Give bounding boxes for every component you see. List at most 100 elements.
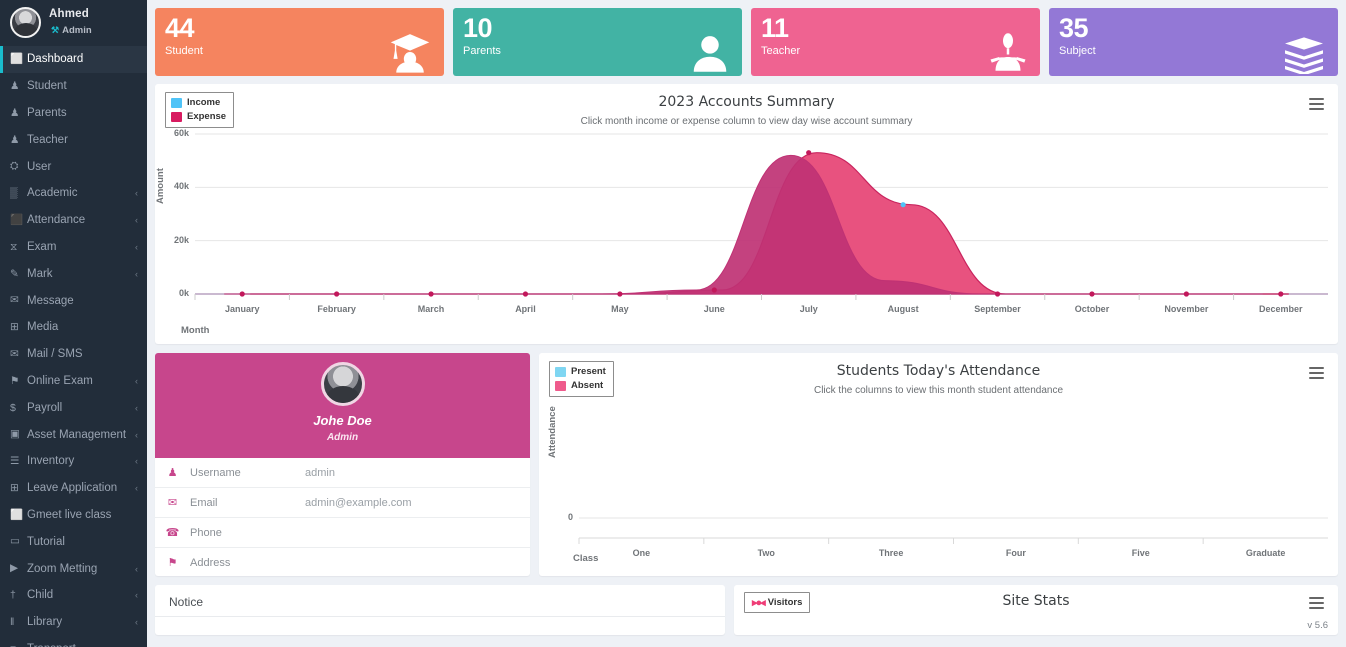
chevron-left-icon: ‹ bbox=[135, 188, 138, 198]
stat-card-teacher[interactable]: 11Teacher bbox=[751, 8, 1040, 76]
attendance-x-tick-label: Three bbox=[846, 548, 936, 558]
student-icon: ♟ bbox=[10, 81, 27, 92]
sidebar-item-inventory[interactable]: ☰Inventory‹ bbox=[0, 448, 147, 475]
sidebar-item-zoom-metting[interactable]: ▶Zoom Metting‹ bbox=[0, 555, 147, 582]
profile-row-key: Address bbox=[190, 557, 305, 569]
sidebar-item-label: Media bbox=[27, 321, 138, 333]
sidebar-item-mail-sms[interactable]: ✉Mail / SMS bbox=[0, 341, 147, 368]
chevron-left-icon: ‹ bbox=[135, 564, 138, 574]
teacher-icon: ♟ bbox=[10, 135, 27, 146]
edit-note-icon: ✎ bbox=[10, 269, 27, 280]
hourglass-icon: ⧖ bbox=[10, 242, 27, 253]
stat-card-parents[interactable]: 10Parents bbox=[453, 8, 742, 76]
sidebar-item-teacher[interactable]: ♟Teacher bbox=[0, 126, 147, 153]
site-stats-legend[interactable]: ▸●◂ Visitors bbox=[744, 592, 810, 613]
attendance-chart-area[interactable]: Attendance Class 0 OneTwoThreeFourFiveGr… bbox=[539, 353, 1338, 576]
profile-row-key: Phone bbox=[190, 527, 305, 539]
accounts-x-tick-label: June bbox=[669, 304, 759, 314]
accounts-x-tick-label: May bbox=[575, 304, 665, 314]
profile-row-value: admin bbox=[305, 467, 530, 479]
sidebar-item-online-exam[interactable]: ⚑Online Exam‹ bbox=[0, 368, 147, 395]
location-icon: ⚑ bbox=[155, 556, 190, 569]
profile-row-phone: ☎Phone bbox=[155, 518, 530, 548]
sidebar-item-message[interactable]: ✉Message bbox=[0, 287, 147, 314]
sidebar-item-dashboard[interactable]: ⬜Dashboard bbox=[0, 46, 147, 73]
sidebar-item-payroll[interactable]: $Payroll‹ bbox=[0, 394, 147, 421]
sidebar-item-media[interactable]: ⊞Media bbox=[0, 314, 147, 341]
library-icon: ‖ bbox=[10, 617, 27, 628]
envelope-icon: ✉ bbox=[155, 496, 190, 509]
sidebar-item-label: Leave Application bbox=[27, 482, 131, 494]
accounts-x-tick-label: October bbox=[1047, 304, 1137, 314]
grid-icon: ⊞ bbox=[10, 322, 27, 333]
legend-item-absent[interactable]: Absent bbox=[555, 379, 606, 393]
chevron-left-icon: ‹ bbox=[135, 483, 138, 493]
accounts-x-tick-label: February bbox=[292, 304, 382, 314]
sidebar-item-transport[interactable]: ■Transport‹ bbox=[0, 636, 147, 647]
accounts-chart-legend[interactable]: Income Expense bbox=[165, 92, 234, 128]
legend-label-visitors: Visitors bbox=[768, 597, 803, 608]
stat-cards: 44Student10Parents11Teacher35Subject bbox=[155, 8, 1338, 76]
chevron-left-icon: ‹ bbox=[135, 376, 138, 386]
attendance-panel: Present Absent Students Today's Attendan… bbox=[539, 353, 1338, 576]
attendance-x-tick-label: Five bbox=[1096, 548, 1186, 558]
sidebar-item-asset-management[interactable]: ▣Asset Management‹ bbox=[0, 421, 147, 448]
accounts-y-tick-label: 40k bbox=[159, 181, 189, 191]
present-color-swatch bbox=[555, 367, 566, 377]
accounts-chart-area[interactable]: Amount Month 0k20k40k60k JanuaryFebruary… bbox=[155, 84, 1338, 344]
sidebar-item-mark[interactable]: ✎Mark ‹ bbox=[0, 260, 147, 287]
accounts-x-tick-label: January bbox=[197, 304, 287, 314]
accounts-data-point bbox=[428, 291, 433, 296]
profile-role: Admin bbox=[327, 432, 358, 443]
sidebar-item-academic[interactable]: ▒Academic ‹ bbox=[0, 180, 147, 207]
accounts-summary-panel: Income Expense 2023 Accounts Summary Cli… bbox=[155, 84, 1338, 344]
box-icon: ▣ bbox=[10, 429, 27, 440]
accounts-data-point bbox=[995, 291, 1000, 296]
sidebar-item-label: Academic bbox=[27, 187, 131, 199]
accounts-x-tick-label: March bbox=[386, 304, 476, 314]
stat-card-subject[interactable]: 35Subject bbox=[1049, 8, 1338, 76]
sidebar-item-attendance[interactable]: ⬛Attendance‹ bbox=[0, 207, 147, 234]
chevron-left-icon: ‹ bbox=[135, 269, 138, 279]
attendance-x-tick-label: Graduate bbox=[1221, 548, 1311, 558]
site-stats-title: Site Stats bbox=[734, 585, 1338, 609]
building-icon: ▒ bbox=[10, 188, 27, 199]
stat-card-student[interactable]: 44Student bbox=[155, 8, 444, 76]
expense-color-swatch bbox=[171, 112, 182, 122]
legend-label-present: Present bbox=[571, 365, 606, 379]
site-stats-menu-icon[interactable] bbox=[1309, 597, 1324, 612]
sidebar-item-student[interactable]: ♟Student bbox=[0, 73, 147, 100]
accounts-data-point bbox=[901, 202, 906, 207]
sidebar-item-library[interactable]: ‖Library‹ bbox=[0, 609, 147, 636]
legend-label-expense: Expense bbox=[187, 110, 226, 124]
attendance-y-tick-label: 0 bbox=[543, 512, 573, 522]
legend-item-expense[interactable]: Expense bbox=[171, 110, 226, 124]
legend-item-income[interactable]: Income bbox=[171, 96, 226, 110]
book-list-icon: ☰ bbox=[10, 456, 27, 467]
person-icon bbox=[690, 32, 730, 74]
sidebar-item-label: Mail / SMS bbox=[27, 348, 138, 360]
sidebar-user-name: Ahmed bbox=[49, 7, 92, 22]
attendance-chart-svg[interactable] bbox=[539, 353, 1338, 576]
sidebar-item-child[interactable]: †Child‹ bbox=[0, 582, 147, 609]
legend-item-present[interactable]: Present bbox=[555, 365, 606, 379]
app-version-label: v 5.6 bbox=[1307, 620, 1328, 631]
sidebar-item-tutorial[interactable]: ▭Tutorial bbox=[0, 528, 147, 555]
accounts-data-point bbox=[1089, 291, 1094, 296]
attendance-x-tick-label: One bbox=[596, 548, 686, 558]
profile-name: Johe Doe bbox=[313, 413, 372, 428]
sidebar-item-parents[interactable]: ♟Parents bbox=[0, 100, 147, 127]
sidebar-user-profile[interactable]: Ahmed ⚒ Admin bbox=[0, 0, 147, 46]
video-file-icon: ⬜ bbox=[10, 510, 27, 521]
sidebar-item-label: Mark bbox=[27, 268, 131, 280]
sidebar-item-exam[interactable]: ⧖Exam‹ bbox=[0, 234, 147, 261]
sidebar-item-user[interactable]: ⛭User bbox=[0, 153, 147, 180]
sidebar-item-label: Teacher bbox=[27, 134, 138, 146]
attendance-chart-legend[interactable]: Present Absent bbox=[549, 361, 614, 397]
sidebar-item-gmeet-live-class[interactable]: ⬜Gmeet live class bbox=[0, 502, 147, 529]
profile-and-attendance-row: Johe Doe Admin ♟Usernameadmin✉Emailadmin… bbox=[155, 353, 1338, 576]
sidebar-item-leave-application[interactable]: ⊞Leave Application‹ bbox=[0, 475, 147, 502]
accounts-y-tick-label: 20k bbox=[159, 235, 189, 245]
accounts-data-point bbox=[1184, 291, 1189, 296]
attendance-x-tick-label: Two bbox=[721, 548, 811, 558]
